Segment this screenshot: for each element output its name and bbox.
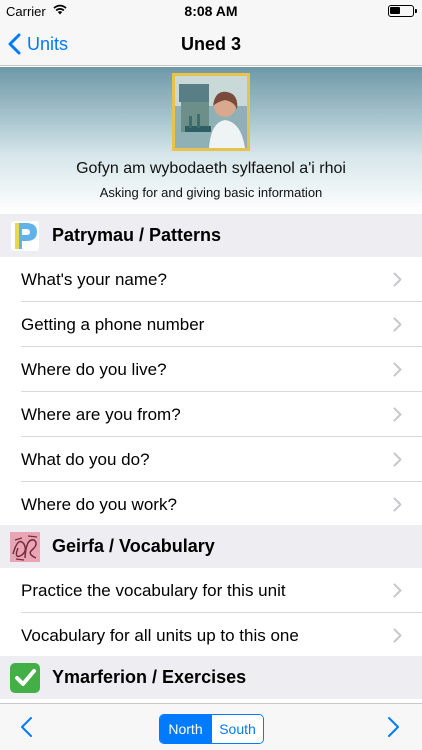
- list-item-label: Vocabulary for all units up to this one: [21, 626, 299, 645]
- section-header-vocabulary: Geirfa / Vocabulary: [0, 525, 422, 568]
- status-bar: Carrier 8:08 AM: [0, 0, 422, 22]
- battery-icon: [388, 5, 417, 17]
- back-button-label: Units: [27, 33, 69, 54]
- clock: 8:08 AM: [184, 3, 238, 19]
- chevron-right-icon: [393, 497, 402, 512]
- back-button[interactable]: Units: [8, 30, 68, 58]
- segment-north[interactable]: North: [160, 715, 211, 743]
- list-item-label: Where do you work?: [21, 495, 177, 514]
- chevron-left-icon: [21, 717, 32, 737]
- chevron-right-icon: [393, 452, 402, 467]
- unit-banner: Gofyn am wybodaeth sylfaenol a'i rhoi As…: [0, 67, 422, 214]
- list-item-practice-vocabulary[interactable]: Practice the vocabulary for this unit: [0, 568, 422, 613]
- p-letter-icon: [10, 220, 40, 251]
- checkmark-icon: [10, 662, 40, 693]
- list-item-getting-a-phone-number[interactable]: Getting a phone number: [0, 302, 422, 347]
- bottom-toolbar: North South: [0, 703, 422, 750]
- list-item-label: What's your name?: [21, 270, 167, 289]
- section-header-exercises: Ymarferion / Exercises: [0, 656, 422, 699]
- list-item-where-are-you-from[interactable]: Where are you from?: [0, 392, 422, 437]
- segment-south[interactable]: South: [211, 715, 263, 743]
- navigation-bar: Units Uned 3: [0, 22, 422, 66]
- chevron-right-icon: [393, 407, 402, 422]
- section-header-patterns: Patrymau / Patterns: [0, 214, 422, 257]
- list-item-vocabulary-all-units[interactable]: Vocabulary for all units up to this one: [0, 613, 422, 658]
- list-item-what-do-you-do[interactable]: What do you do?: [0, 437, 422, 482]
- list-item-label: Getting a phone number: [21, 315, 205, 334]
- chevron-right-icon: [393, 583, 402, 598]
- chevron-right-icon: [393, 362, 402, 377]
- chevron-right-icon: [388, 717, 399, 737]
- section-title: Patrymau / Patterns: [52, 225, 222, 245]
- list-item-where-do-you-live[interactable]: Where do you live?: [0, 347, 422, 392]
- previous-unit-button[interactable]: [20, 716, 33, 743]
- vocabulary-icon: [10, 531, 40, 562]
- list-item-label: Practice the vocabulary for this unit: [21, 581, 286, 600]
- list-item-whats-your-name[interactable]: What's your name?: [0, 257, 422, 302]
- chevron-right-icon: [393, 272, 402, 287]
- dialect-segmented-control: North South: [159, 714, 264, 744]
- chevron-left-icon: [8, 33, 21, 55]
- section-title: Ymarferion / Exercises: [52, 667, 247, 687]
- section-title: Geirfa / Vocabulary: [52, 536, 215, 556]
- unit-subtitle-welsh: Gofyn am wybodaeth sylfaenol a'i rhoi: [76, 160, 346, 177]
- chevron-right-icon: [393, 628, 402, 643]
- unit-subtitle-english: Asking for and giving basic information: [99, 185, 323, 200]
- chevron-right-icon: [393, 317, 402, 332]
- unit-photo: [172, 73, 250, 151]
- list-item-where-do-you-work[interactable]: Where do you work?: [0, 482, 422, 527]
- list-item-label: Where are you from?: [21, 405, 181, 424]
- list-item-label: What do you do?: [21, 450, 150, 469]
- list-item-label: Where do you live?: [21, 360, 167, 379]
- next-unit-button[interactable]: [387, 716, 400, 743]
